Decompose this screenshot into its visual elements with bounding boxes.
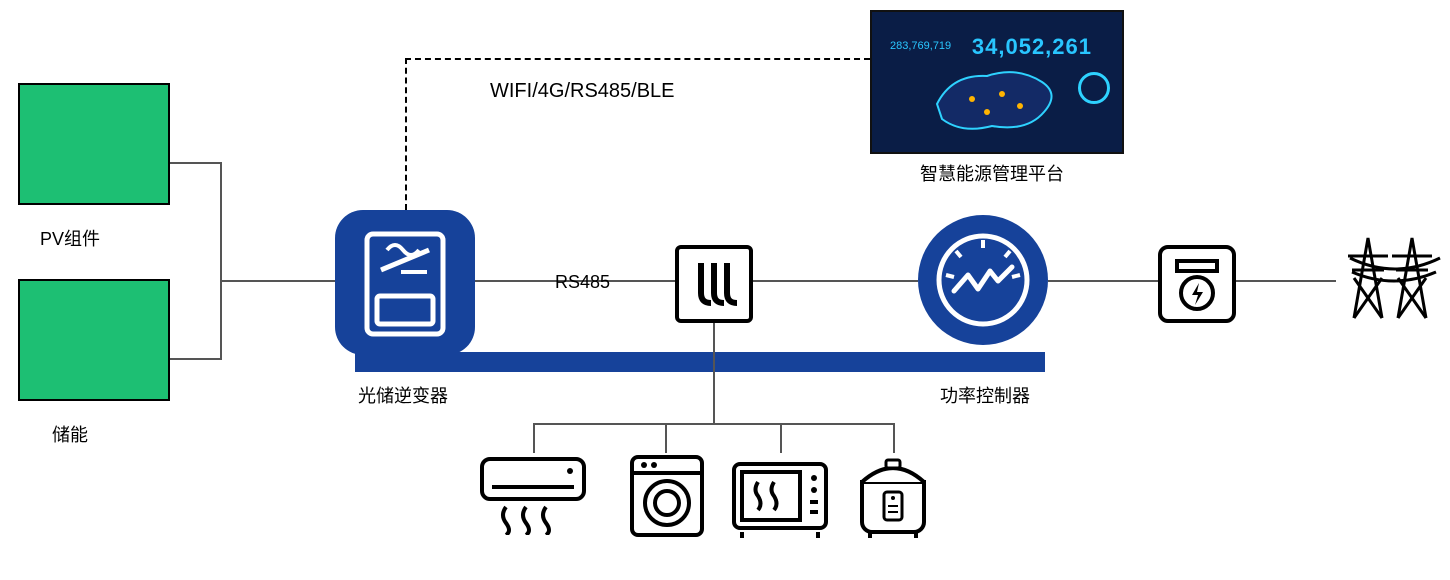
washing-machine-icon <box>628 453 706 539</box>
wire <box>220 162 222 360</box>
dashboard-ring-icon <box>1078 72 1110 104</box>
dashed-link <box>405 58 407 210</box>
pv-top-label: PV组件 <box>40 225 100 251</box>
platform-label: 智慧能源管理平台 <box>920 160 1064 186</box>
rice-cooker-icon <box>852 458 934 538</box>
platform-dashboard: 283,769,719 34,052,261 <box>870 10 1124 154</box>
blue-connector-bar <box>355 352 1045 372</box>
breaker-icon <box>679 249 749 319</box>
pv-bottom-label: 储能 <box>52 421 88 447</box>
dashboard-big-number: 34,052,261 <box>972 34 1092 60</box>
wire <box>713 323 715 423</box>
controller-gauge-icon <box>918 215 1048 345</box>
wire <box>533 423 535 453</box>
wire <box>220 280 335 282</box>
wire <box>533 423 893 425</box>
pv-panel-top <box>18 83 170 205</box>
pv-panel-bottom <box>18 279 170 401</box>
inverter-icon <box>335 210 475 355</box>
wire <box>753 280 918 282</box>
breaker-box <box>675 245 753 323</box>
wire <box>1048 280 1158 282</box>
inverter-label: 光储逆变器 <box>358 382 448 408</box>
power-controller <box>918 215 1048 345</box>
wire <box>665 423 667 453</box>
grid-towers-icon <box>1336 218 1446 328</box>
microwave-icon <box>730 460 830 538</box>
wire <box>1236 280 1336 282</box>
wire <box>170 358 220 360</box>
rs485-label: RS485 <box>555 272 610 293</box>
wire <box>893 423 895 453</box>
china-map-icon <box>932 64 1062 136</box>
wire <box>170 162 220 164</box>
dashboard-small-number: 283,769,719 <box>890 40 951 52</box>
air-conditioner-icon <box>478 455 588 535</box>
controller-label: 功率控制器 <box>940 382 1030 408</box>
link-text: WIFI/4G/RS485/BLE <box>490 80 675 103</box>
dashed-link <box>405 58 870 60</box>
inverter <box>335 210 475 355</box>
wire <box>780 423 782 453</box>
energy-meter <box>1158 245 1236 323</box>
meter-icon <box>1162 249 1232 319</box>
